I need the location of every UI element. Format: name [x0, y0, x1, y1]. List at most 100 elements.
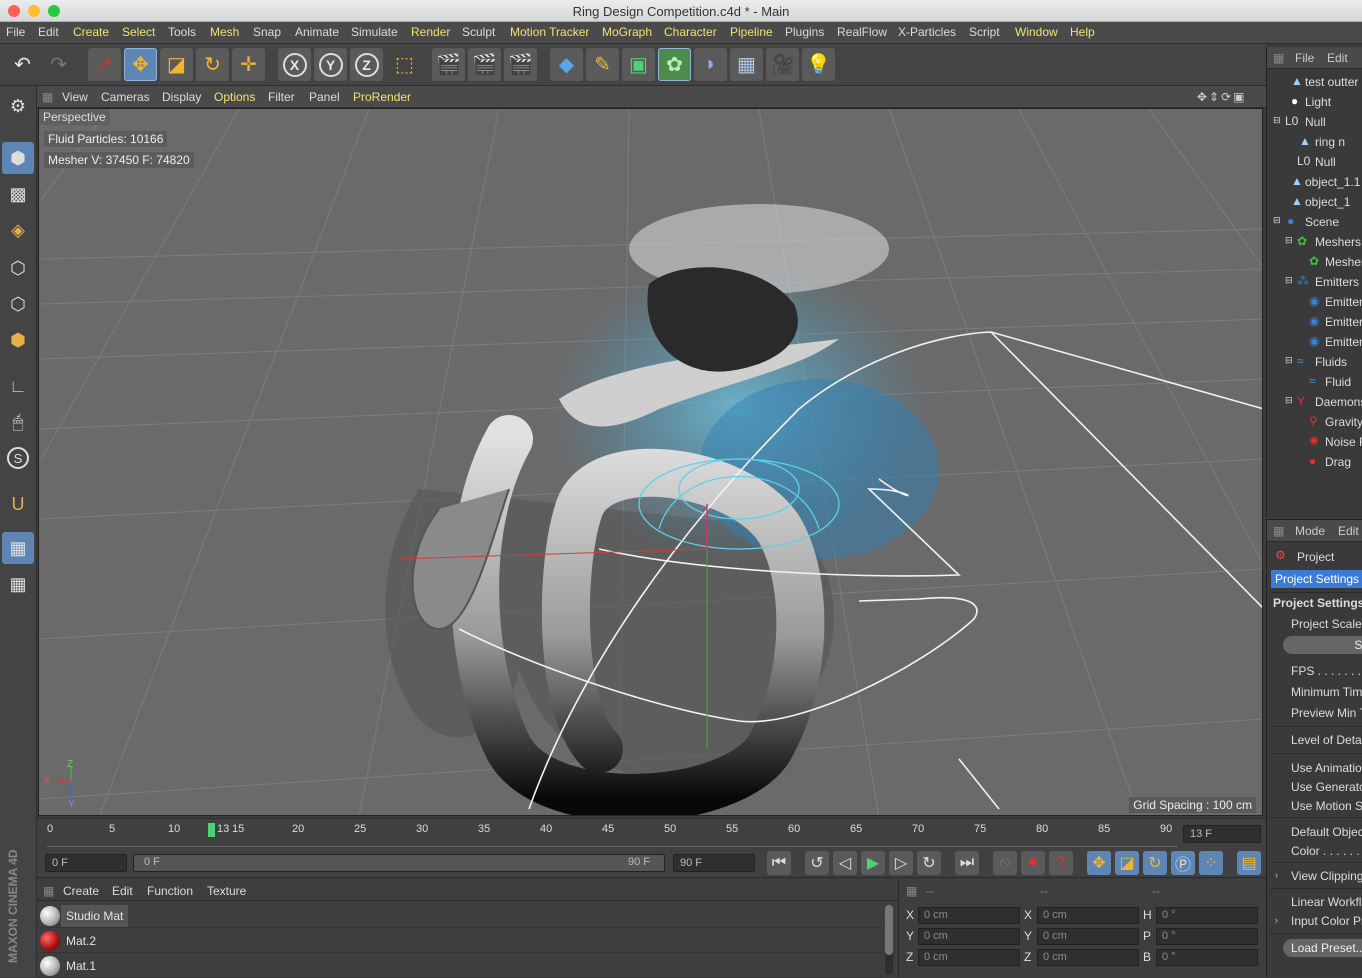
menu-mograph[interactable]: MoGraph: [602, 25, 652, 39]
snap-button[interactable]: U: [2, 488, 34, 520]
record-position-button[interactable]: ⦸: [993, 851, 1017, 875]
max-frame-field[interactable]: 90 F: [673, 854, 755, 872]
menu-create[interactable]: Create: [73, 25, 109, 39]
menu-select[interactable]: Select: [122, 25, 155, 39]
material-menu-function[interactable]: Function: [147, 884, 193, 898]
viewport-menu-cameras[interactable]: Cameras: [101, 90, 150, 104]
render-settings-button[interactable]: 🎬: [504, 48, 537, 81]
menu-mesh[interactable]: Mesh: [210, 25, 239, 39]
viewport-menu-filter[interactable]: Filter: [268, 90, 295, 104]
collapse-icon[interactable]: ⊟: [1285, 395, 1293, 406]
menu-help[interactable]: Help: [1070, 25, 1095, 39]
timeline-scale[interactable]: 0 5 10 13 15 20 25 30 35 40 45 50 55 60 …: [47, 821, 1177, 847]
menu-x-particles[interactable]: X-Particles: [898, 25, 956, 39]
menu-simulate[interactable]: Simulate: [351, 25, 398, 39]
object-row[interactable]: ⊟ ● Scene: [1267, 212, 1362, 232]
menu-pipeline[interactable]: Pipeline: [730, 25, 773, 39]
expand-arrow-icon[interactable]: ›: [1275, 870, 1278, 880]
collapse-icon[interactable]: ⊟: [1285, 275, 1293, 286]
material-item[interactable]: Mat.1: [37, 954, 882, 978]
rotation-h-field[interactable]: 0 °: [1156, 907, 1258, 924]
planar-workplane-button[interactable]: ▦: [2, 568, 34, 600]
camera-label[interactable]: Perspective: [39, 109, 110, 125]
go-to-end-button[interactable]: ⏭: [955, 851, 979, 875]
key-rotation-button[interactable]: ↻: [1143, 851, 1167, 875]
go-to-start-button[interactable]: ⏮: [767, 851, 791, 875]
material-item[interactable]: Studio Mat: [37, 904, 882, 928]
menu-snap[interactable]: Snap: [253, 25, 281, 39]
view-clipping-label[interactable]: View Clipping: [1291, 869, 1362, 883]
viewport-nav-icons[interactable]: ✥⇕⟳▣: [1197, 90, 1247, 104]
material-menu-edit[interactable]: Edit: [112, 884, 133, 898]
material-item[interactable]: Mat.2: [37, 929, 882, 953]
autokey-button[interactable]: ?: [1049, 851, 1073, 875]
min-frame-field[interactable]: 0 F: [45, 854, 127, 872]
viewport-menu-display[interactable]: Display: [162, 90, 201, 104]
menu-tools[interactable]: Tools: [168, 25, 196, 39]
z-axis-toggle[interactable]: Z: [350, 48, 383, 81]
object-row[interactable]: ▲ test outter: [1267, 72, 1362, 92]
position-x-field[interactable]: 0 cm: [918, 907, 1020, 924]
light-button[interactable]: 💡: [802, 48, 835, 81]
menu-sculpt[interactable]: Sculpt: [462, 25, 495, 39]
record-active-button[interactable]: ⏺: [1021, 851, 1045, 875]
viewport-menu-options[interactable]: Options: [214, 90, 255, 104]
preview-range-slider[interactable]: 0 F 90 F: [133, 854, 665, 872]
collapse-icon[interactable]: ⊟: [1285, 235, 1293, 246]
solo-button[interactable]: S: [2, 442, 34, 474]
timeline-window-button[interactable]: ▤: [1237, 851, 1261, 875]
object-row[interactable]: ▲ object_1.1: [1267, 172, 1362, 192]
texture-mode-button[interactable]: ▩: [2, 178, 34, 210]
next-key-button[interactable]: ↻: [917, 851, 941, 875]
deformer-button[interactable]: ◗: [694, 48, 727, 81]
project-settings-tab[interactable]: Project Settings: [1271, 570, 1362, 588]
position-y-field[interactable]: 0 cm: [918, 928, 1020, 945]
object-menu-edit[interactable]: Edit: [1327, 51, 1348, 65]
polygons-mode-button[interactable]: ⬢: [2, 324, 34, 356]
next-frame-button[interactable]: ▷: [889, 851, 913, 875]
material-menu-create[interactable]: Create: [63, 884, 99, 898]
live-selection-button[interactable]: ➚: [88, 48, 121, 81]
key-position-button[interactable]: ✥: [1087, 851, 1111, 875]
render-view-button[interactable]: 🎬: [432, 48, 465, 81]
size-z-field[interactable]: 0 cm: [1037, 949, 1139, 966]
position-z-field[interactable]: 0 cm: [918, 949, 1020, 966]
render-picture-viewer-button[interactable]: 🎬: [468, 48, 501, 81]
move-tool-button[interactable]: ✥: [124, 48, 157, 81]
size-x-field[interactable]: 0 cm: [1037, 907, 1139, 924]
rotate-tool-button[interactable]: ↻: [196, 48, 229, 81]
attribute-menu-mode[interactable]: Mode: [1295, 524, 1325, 538]
menu-realflow[interactable]: RealFlow: [837, 25, 887, 39]
load-preset-button[interactable]: Load Preset...: [1283, 939, 1362, 957]
x-axis-toggle[interactable]: X: [278, 48, 311, 81]
menu-script[interactable]: Script: [969, 25, 1000, 39]
rotation-b-field[interactable]: 0 °: [1156, 949, 1258, 966]
attribute-menu-edit[interactable]: Edit: [1338, 524, 1359, 538]
object-row[interactable]: ✿ Mesher: [1267, 252, 1362, 272]
object-row[interactable]: L0 Null: [1267, 152, 1362, 172]
object-row[interactable]: ⊟ L0 Null: [1267, 112, 1362, 132]
input-color-profile-label[interactable]: Input Color Pr: [1291, 914, 1362, 928]
menu-character[interactable]: Character: [664, 25, 717, 39]
object-menu-file[interactable]: File: [1295, 51, 1314, 65]
scale-project-button[interactable]: Sca: [1283, 636, 1362, 654]
y-axis-toggle[interactable]: Y: [314, 48, 347, 81]
tweak-mode-button[interactable]: 🖱: [2, 406, 34, 438]
redo-button[interactable]: ↷: [42, 48, 75, 81]
menu-file[interactable]: File: [6, 25, 25, 39]
edges-mode-button[interactable]: ⬡: [2, 288, 34, 320]
add-cube-button[interactable]: ◆: [550, 48, 583, 81]
material-menu-texture[interactable]: Texture: [207, 884, 246, 898]
menu-animate[interactable]: Animate: [295, 25, 339, 39]
expand-arrow-icon[interactable]: ›: [1275, 915, 1278, 925]
coordinate-system-button[interactable]: ⬚: [388, 48, 421, 81]
timeline-ruler[interactable]: 0 5 10 13 15 20 25 30 35 40 45 50 55 60 …: [37, 818, 1266, 848]
mograph-cloner-button[interactable]: ✿: [658, 48, 691, 81]
axis-mode-button[interactable]: ∟: [2, 370, 34, 402]
playhead[interactable]: [208, 823, 215, 837]
object-row[interactable]: ⊟ ⁂ Emitters: [1267, 272, 1362, 292]
object-row[interactable]: ● Light: [1267, 92, 1362, 112]
object-row[interactable]: ≈ Fluid: [1267, 372, 1362, 392]
size-y-field[interactable]: 0 cm: [1037, 928, 1139, 945]
play-button[interactable]: ▶: [861, 851, 885, 875]
